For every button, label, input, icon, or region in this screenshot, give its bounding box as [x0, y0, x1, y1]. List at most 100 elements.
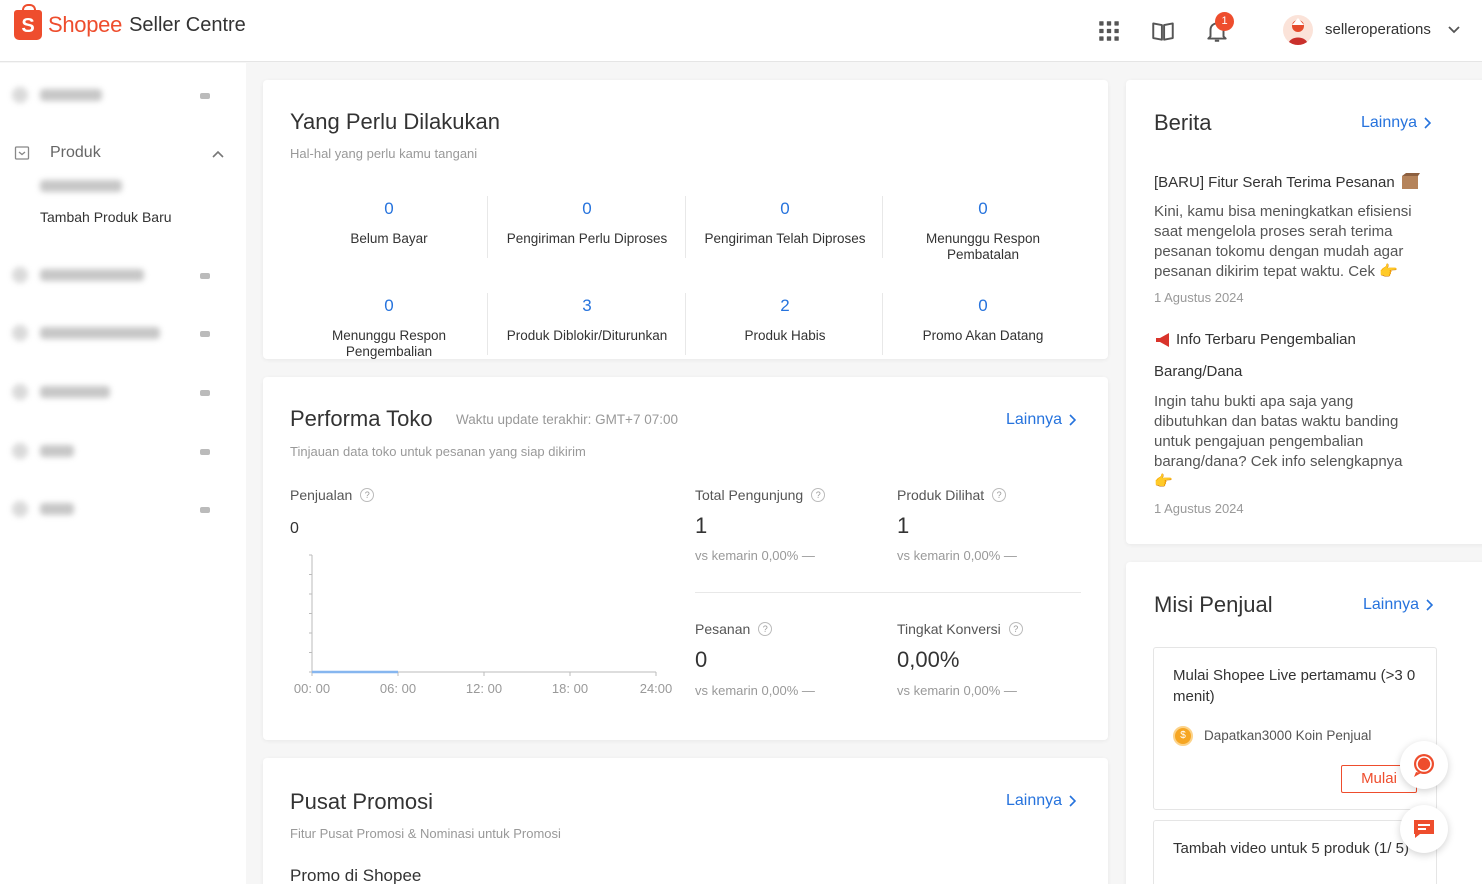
- avatar[interactable]: [1283, 15, 1313, 45]
- help-icon[interactable]: ?: [758, 622, 773, 636]
- metric-vs-produk-dilihat: vs kemarin 0,00% —: [897, 548, 1017, 563]
- pointing-hand-icon: 👉: [1379, 263, 1398, 280]
- megaphone-icon: [1156, 332, 1169, 347]
- news-item-date: 1 Agustus 2024: [1154, 290, 1244, 305]
- x-tick-label: 06: 00: [380, 681, 416, 696]
- todo-title: Yang Perlu Dilakukan: [290, 109, 500, 134]
- help-icon[interactable]: ?: [811, 488, 826, 502]
- news-item-title[interactable]: [BARU] Fitur Serah Terima Pesanan: [1154, 173, 1434, 191]
- shopee-bag-icon: S: [14, 4, 42, 40]
- todo-menunggu-respon-pembatalan[interactable]: 0 Menunggu Respon Pembatalan: [885, 199, 1081, 263]
- product-name: Seller Centre: [129, 13, 246, 36]
- pointing-hand-icon: 👉: [1154, 473, 1173, 490]
- chevron-right-icon: [1069, 414, 1077, 426]
- chevron-down-icon: [200, 507, 210, 513]
- chevron-down-icon: [200, 93, 210, 99]
- promosi-title: Pusat Promosi: [290, 789, 434, 814]
- news-item-title[interactable]: Info Terbaru Pengembalian: [1154, 331, 1434, 348]
- shopee-logo[interactable]: S Shopee Seller Centre: [14, 4, 246, 40]
- todo-promo-akan-datang[interactable]: 0 Promo Akan Datang: [885, 296, 1081, 344]
- todo-pengiriman-telah-diproses[interactable]: 0 Pengiriman Telah Diproses: [687, 199, 883, 247]
- book-icon[interactable]: [1150, 18, 1176, 44]
- x-tick-label: 00: 00: [294, 681, 330, 696]
- sidebar-item-blurred[interactable]: [12, 382, 110, 402]
- sidebar: Produk Tambah Produk Baru: [0, 63, 246, 884]
- metric-label-pesanan: Pesanan?: [695, 621, 773, 637]
- promosi-more-link[interactable]: Lainnya: [1006, 792, 1077, 810]
- performa-title: Performa Toko: [290, 406, 433, 431]
- promosi-subtitle: Fitur Pusat Promosi & Nominasi untuk Pro…: [290, 826, 561, 841]
- brand-name: Shopee: [48, 12, 123, 37]
- mission-card: Mulai Shopee Live pertamamu (>3 0 menit)…: [1153, 647, 1437, 810]
- avatar-image-icon: [1288, 18, 1308, 45]
- misi-more-link[interactable]: Lainnya: [1363, 596, 1434, 614]
- chevron-up-icon[interactable]: [210, 148, 226, 160]
- help-icon[interactable]: ?: [992, 488, 1007, 502]
- coin-icon: $: [1173, 726, 1193, 746]
- divider: [695, 592, 1081, 593]
- chat-bubble-icon: [1414, 754, 1434, 777]
- x-tick-label: 12: 00: [466, 681, 502, 696]
- metric-value-konversi: 0,00%: [897, 647, 960, 672]
- todo-produk-habis[interactable]: 2 Produk Habis: [687, 296, 883, 344]
- todo-menunggu-respon-pengembalian[interactable]: 0 Menunggu Respon Pengembalian: [291, 296, 487, 359]
- chevron-down-icon[interactable]: [1446, 24, 1462, 36]
- todo-card: Yang Perlu Dilakukan Hal-hal yang perlu …: [263, 80, 1108, 359]
- mission-card: Tambah video untuk 5 produk (1/ 5): [1153, 820, 1437, 884]
- help-icon[interactable]: ?: [1008, 622, 1023, 636]
- chevron-down-icon: [200, 331, 210, 337]
- update-time: Waktu update terakhir: GMT+7 07:00: [456, 412, 678, 427]
- divider: [882, 293, 883, 355]
- sidebar-item-blurred[interactable]: [12, 85, 102, 105]
- mission-title: Tambah video untuk 5 produk (1/ 5): [1173, 840, 1409, 857]
- sales-value: 0: [290, 520, 299, 537]
- metric-value-pengunjung: 1: [695, 513, 708, 538]
- product-box-icon: [14, 146, 30, 160]
- x-tick-label: 24:00: [640, 681, 673, 696]
- sidebar-item-blurred[interactable]: [12, 323, 160, 343]
- news-item-title-cont[interactable]: Barang/Dana: [1154, 363, 1434, 380]
- message-float-button[interactable]: [1400, 805, 1448, 853]
- metric-value-produk-dilihat: 1: [897, 513, 910, 538]
- username[interactable]: selleroperations: [1325, 21, 1431, 38]
- performa-subtitle: Tinjauan data toko untuk pesanan yang si…: [290, 444, 586, 459]
- divider: [685, 293, 686, 355]
- live-chat-float-button[interactable]: [1400, 741, 1448, 789]
- divider: [487, 293, 488, 355]
- sidebar-item-blurred[interactable]: [12, 499, 74, 519]
- promo-section-title: Promo di Shopee: [290, 866, 422, 884]
- news-item-body: Kini, kamu bisa meningkatkan efisiensi s…: [1154, 203, 1412, 280]
- news-item-date: 1 Agustus 2024: [1154, 501, 1244, 516]
- metric-vs-pesanan: vs kemarin 0,00% —: [695, 683, 815, 698]
- metric-label-konversi: Tingkat Konversi?: [897, 621, 1023, 637]
- chevron-right-icon: [1069, 795, 1077, 807]
- chevron-down-icon: [200, 273, 210, 279]
- sidebar-item-blurred[interactable]: [12, 441, 74, 461]
- chevron-down-icon: [200, 390, 210, 396]
- metric-vs-pengunjung: vs kemarin 0,00% —: [695, 548, 815, 563]
- help-icon[interactable]: ?: [360, 488, 375, 502]
- mission-reward: Dapatkan3000 Koin Penjual: [1204, 728, 1372, 743]
- sidebar-subitem-tambah-produk[interactable]: Tambah Produk Baru: [40, 209, 172, 225]
- divider: [487, 196, 488, 258]
- sales-label: Penjualan?: [290, 487, 375, 503]
- todo-belum-bayar[interactable]: 0 Belum Bayar: [291, 199, 487, 247]
- divider: [685, 196, 686, 258]
- mission-title: Mulai Shopee Live pertamamu (>3 0 menit): [1173, 667, 1416, 705]
- x-tick-label: 18: 00: [552, 681, 588, 696]
- apps-grid-icon[interactable]: [1096, 18, 1122, 44]
- divider: [882, 196, 883, 258]
- todo-pengiriman-perlu-diproses[interactable]: 0 Pengiriman Perlu Diproses: [489, 199, 685, 247]
- chevron-down-icon: [200, 449, 210, 455]
- notification-badge: 1: [1215, 12, 1234, 31]
- top-bar: S Shopee Seller Centre 1 selleroperation…: [0, 0, 1482, 62]
- news-item-body: Ingin tahu bukti apa saja yang dibutuhka…: [1154, 393, 1403, 490]
- sidebar-item-produk[interactable]: Produk: [50, 144, 101, 162]
- sidebar-subitem-blurred[interactable]: [40, 176, 122, 196]
- performa-more-link[interactable]: Lainnya: [1006, 411, 1077, 429]
- metric-value-pesanan: 0: [695, 647, 708, 672]
- berita-more-link[interactable]: Lainnya: [1361, 114, 1432, 132]
- sidebar-item-blurred[interactable]: [12, 265, 144, 285]
- todo-produk-diblokir[interactable]: 3 Produk Diblokir/Diturunkan: [489, 296, 685, 344]
- chevron-right-icon: [1424, 117, 1432, 129]
